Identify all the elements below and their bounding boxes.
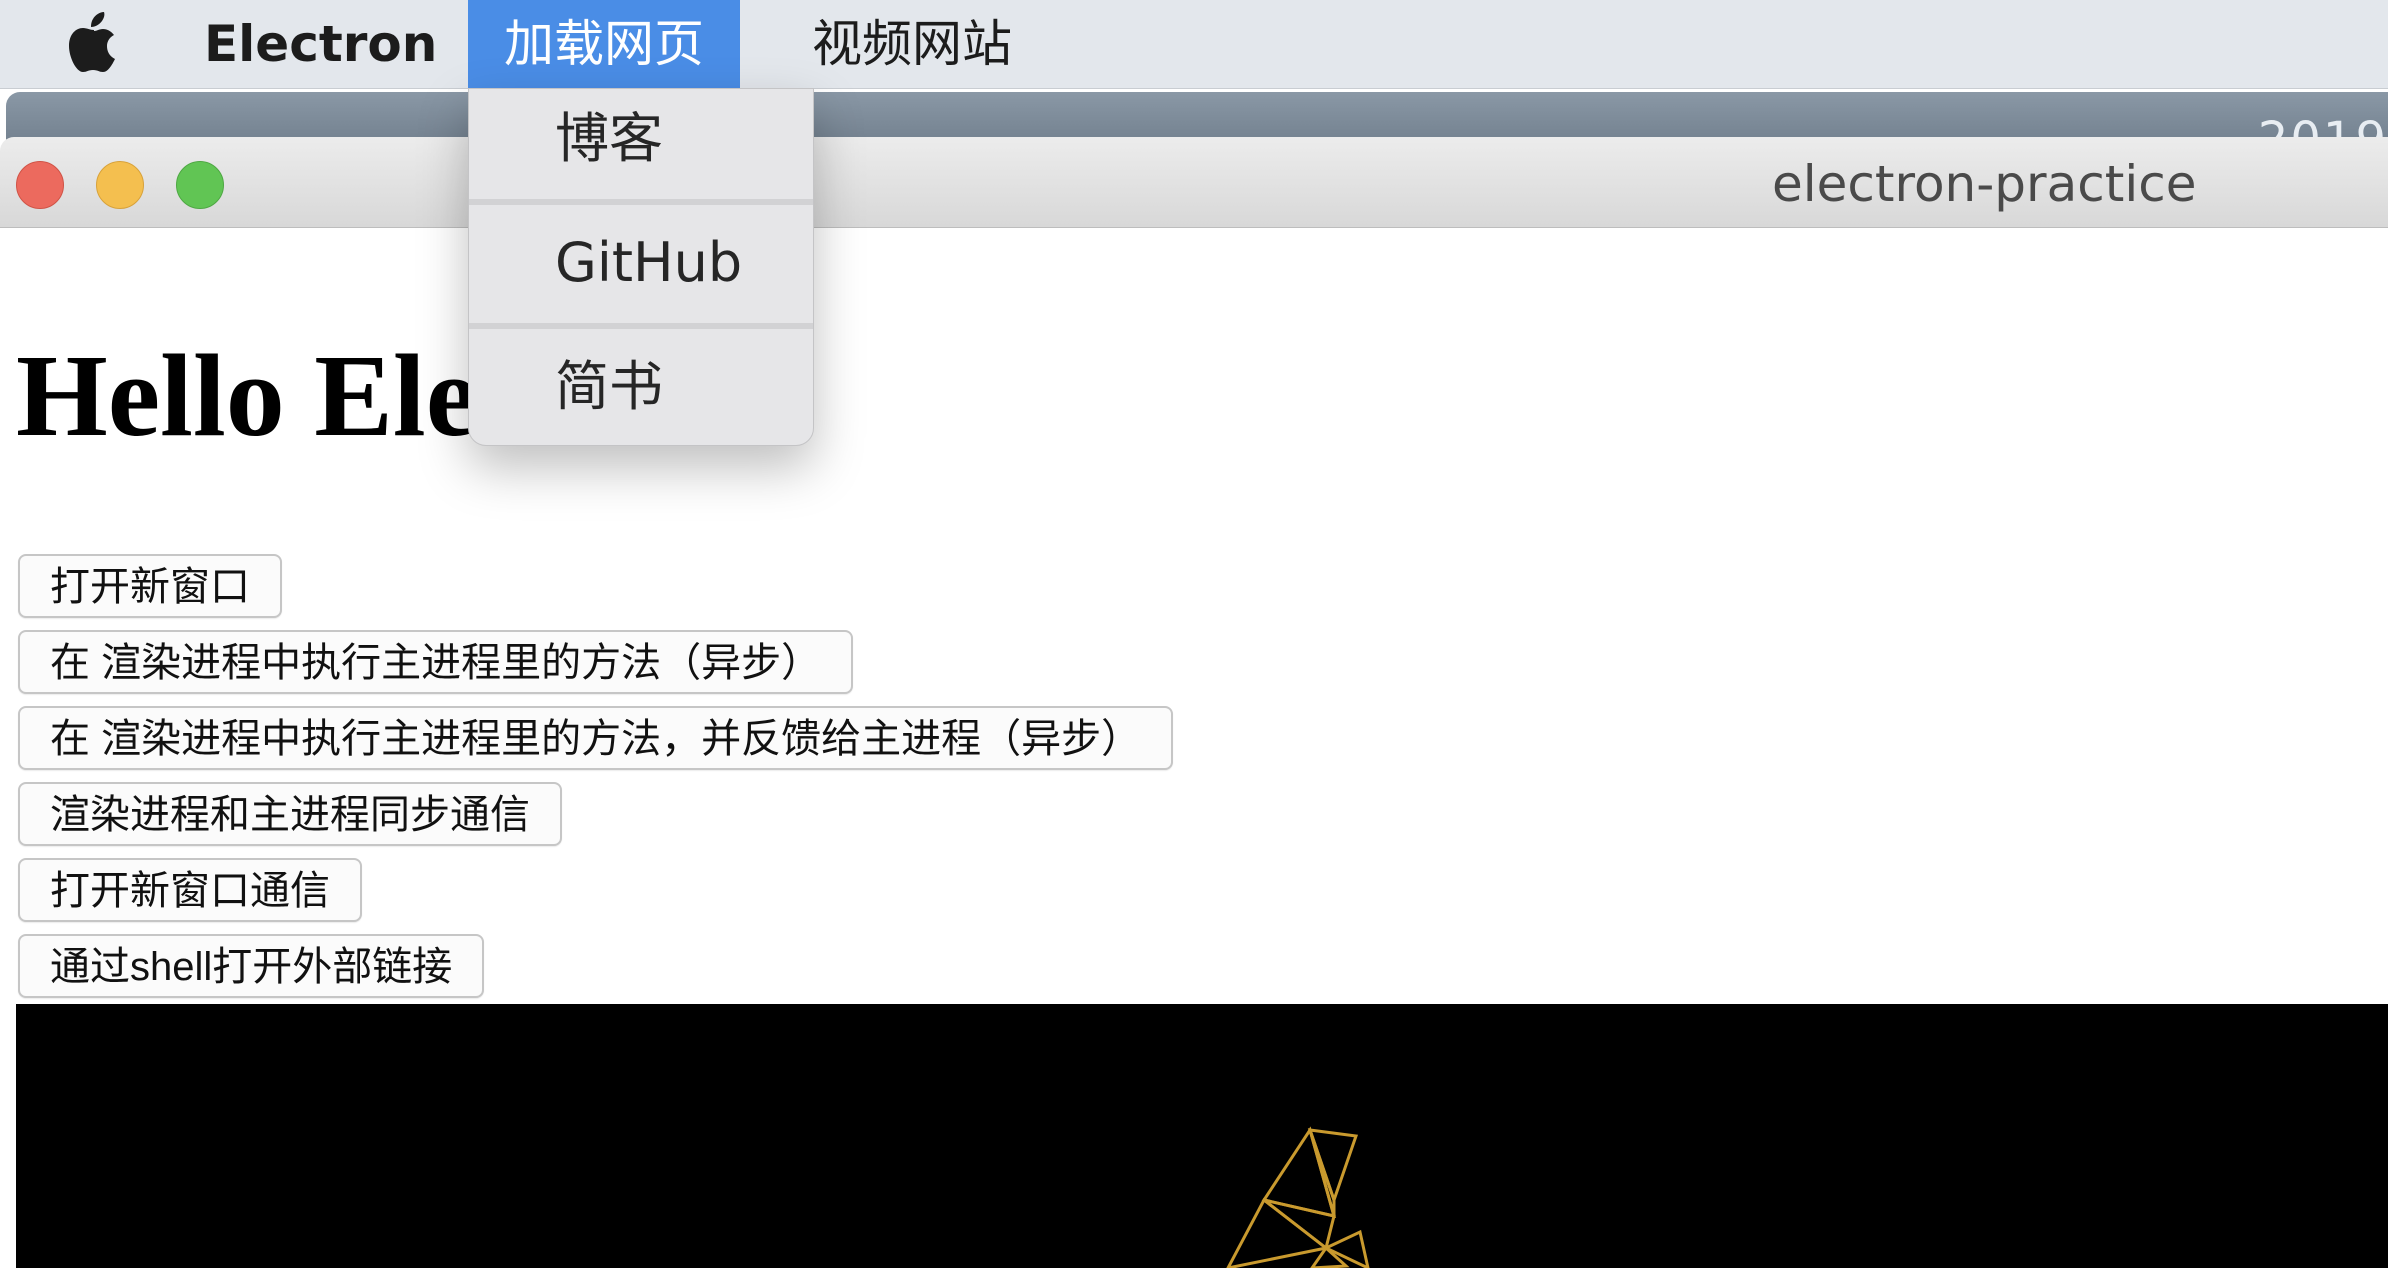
open-new-window-button[interactable]: 打开新窗口 <box>18 554 282 618</box>
menu-item-jianshu[interactable]: 简书 <box>469 347 813 427</box>
menu-separator <box>469 199 813 205</box>
menu-item-github[interactable]: GitHub <box>469 223 813 303</box>
close-window-button[interactable] <box>16 161 64 209</box>
menu-item-blog[interactable]: 博客 <box>469 99 813 179</box>
wireframe-triangle <box>1263 1198 1336 1251</box>
wireframe-triangle <box>1308 1129 1336 1217</box>
wireframe-shape <box>1226 1126 1370 1268</box>
menu-separator <box>469 323 813 329</box>
call-main-async-button[interactable]: 在 渲染进程中执行主进程里的方法（异步） <box>18 630 854 694</box>
menu-video-sites[interactable]: 视频网站 <box>776 0 1048 88</box>
apple-icon[interactable] <box>64 6 124 78</box>
wireframe-triangle <box>1322 1229 1370 1268</box>
page-content: Hello Electron 打开新窗口 在 渲染进程中执行主进程里的方法（异步… <box>0 228 2388 1268</box>
sync-ipc-button[interactable]: 渲染进程和主进程同步通信 <box>18 782 562 846</box>
shell-open-external-button[interactable]: 通过shell打开外部链接 <box>18 934 485 998</box>
minimize-window-button[interactable] <box>96 161 144 209</box>
canvas-animation <box>16 1004 2388 1268</box>
window-title: electron-practice <box>1772 155 2197 213</box>
system-menu-bar: Electron 加载网页 视频网站 <box>0 0 2388 89</box>
wireframe-triangle <box>1307 1128 1359 1205</box>
menu-app-name[interactable]: Electron <box>168 0 473 88</box>
call-main-async-reply-button[interactable]: 在 渲染进程中执行主进程里的方法，并反馈给主进程（异步） <box>18 706 1174 770</box>
new-window-ipc-button[interactable]: 打开新窗口通信 <box>18 858 362 922</box>
load-webpage-dropdown: 博客 GitHub 简书 <box>468 88 814 446</box>
window-title-bar[interactable]: electron-practice <box>0 137 2388 228</box>
zoom-window-button[interactable] <box>176 161 224 209</box>
menu-load-webpage[interactable]: 加载网页 <box>468 0 740 88</box>
